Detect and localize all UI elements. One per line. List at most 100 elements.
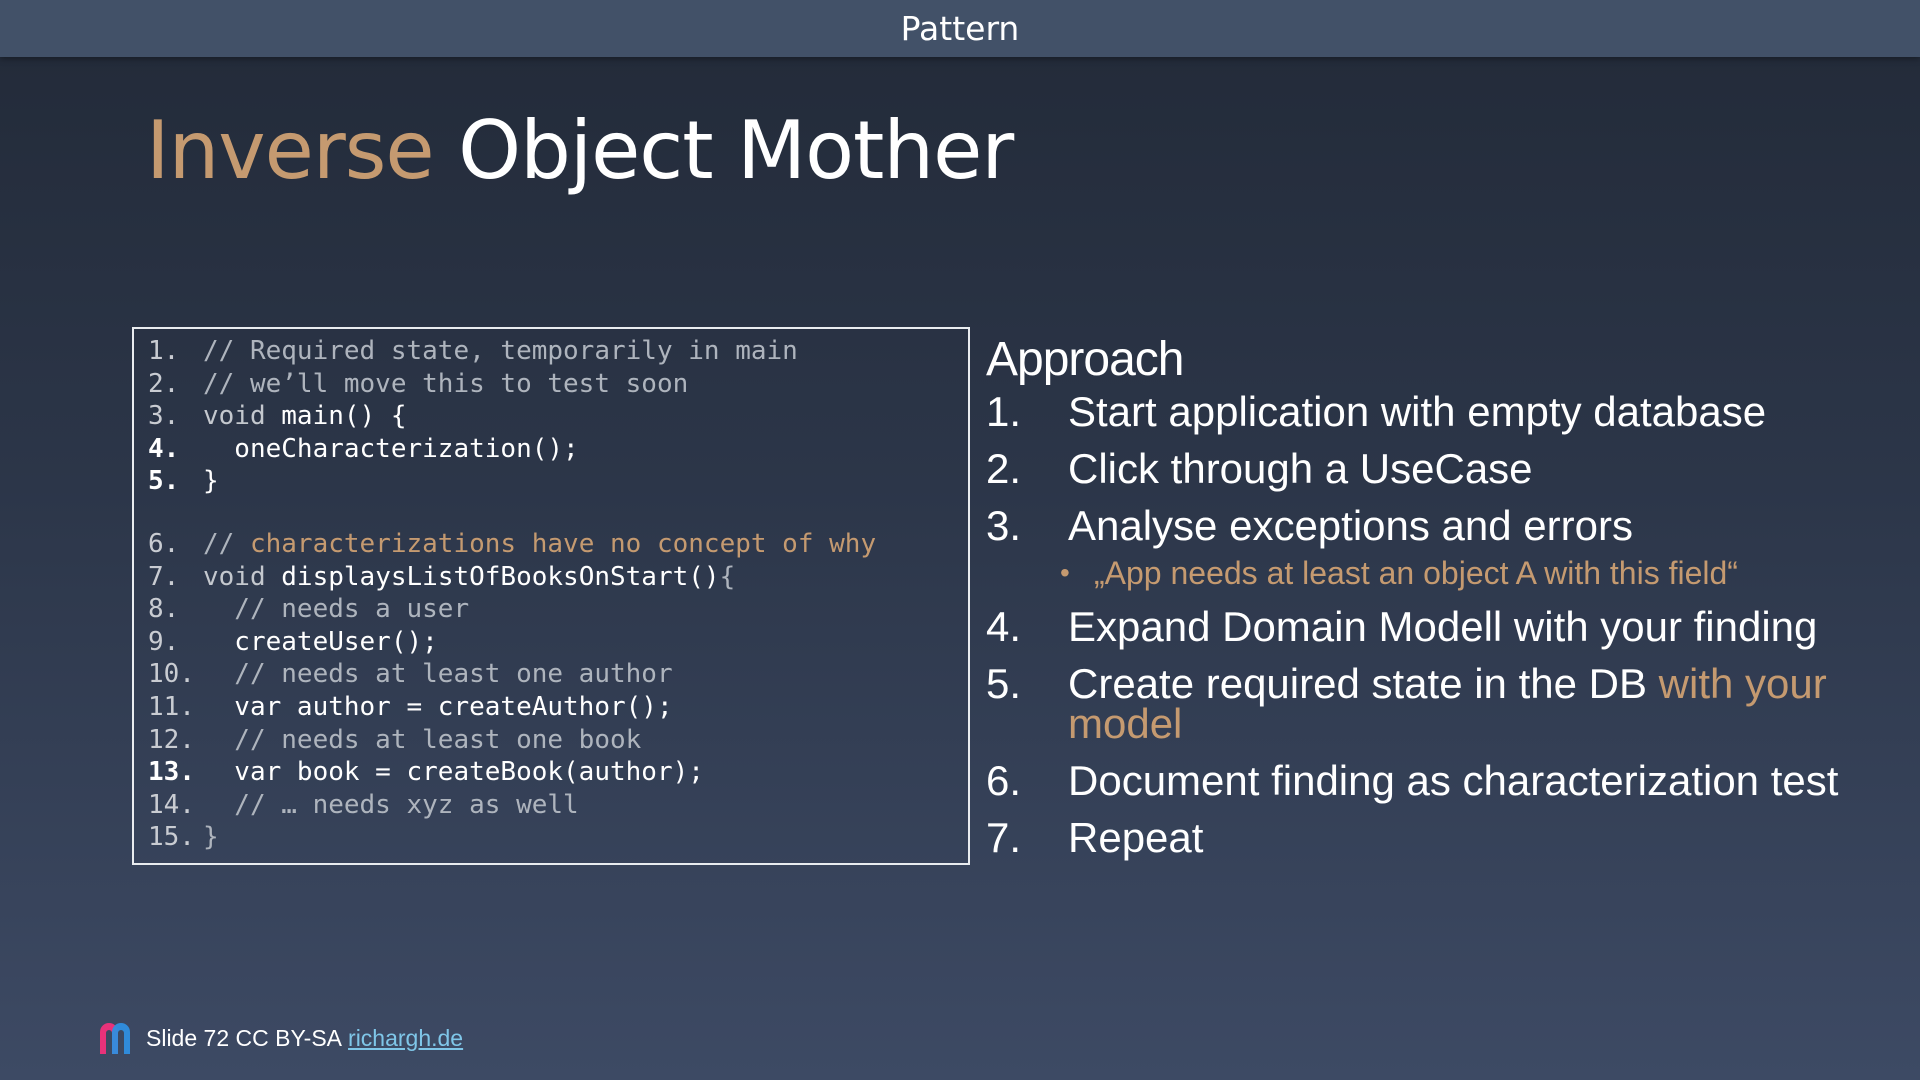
- code-token: main() {: [281, 401, 407, 432]
- code-line: 4. oneCharacterization();: [148, 433, 968, 466]
- code-token: }: [203, 466, 219, 497]
- code-token: // we’ll move this to test soon: [203, 368, 689, 399]
- header-title: Pattern: [900, 9, 1020, 48]
- slide-title: Inverse Object Mother: [146, 104, 1014, 197]
- code-line: 13. var book = createBook(author);: [148, 756, 968, 789]
- code-line-number: 14.: [148, 789, 195, 820]
- code-token: }: [203, 822, 219, 853]
- code-line-number: 7.: [148, 561, 180, 592]
- approach-step-number: 6.: [986, 757, 1022, 804]
- approach-steps-list: 1. Start application with empty database 2…: [986, 388, 1906, 861]
- code-line-content: // we’ll move this to test soon: [203, 368, 688, 401]
- code-line: 7. void displaysListOfBooksOnStart(){: [148, 561, 968, 594]
- approach-step-text: Expand Domain Modell with your finding: [1068, 606, 1906, 648]
- code-token: //: [203, 528, 250, 559]
- code-block: 1. // Required state, temporarily in main…: [132, 327, 970, 865]
- approach-step-label: Expand Domain Modell with your finding: [1068, 603, 1818, 650]
- code-line-content: // characterizations have no concept of …: [203, 528, 876, 561]
- footer-text: Slide 72 CC BY-SA: [146, 1024, 343, 1051]
- code-line-content: // Required state, temporarily in main: [203, 335, 798, 368]
- code-line-content: void main() {: [203, 400, 407, 433]
- code-line-number: 3.: [148, 401, 180, 432]
- code-line-content: }: [203, 465, 219, 498]
- code-line: 10. // needs at least one author: [148, 658, 968, 691]
- approach-step-number: 3.: [986, 502, 1022, 549]
- code-line: 5.}: [148, 465, 968, 498]
- logo-icon: [100, 1023, 130, 1054]
- code-line: 12. // needs at least one book: [148, 724, 968, 757]
- code-line-content: var author = createAuthor();: [203, 691, 673, 724]
- slide-title-accent: Inverse: [146, 104, 435, 197]
- approach-step-number: 1.: [986, 388, 1022, 435]
- code-line-content: var book = createBook(author);: [203, 756, 704, 789]
- approach-step: 4. Expand Domain Modell with your finding: [986, 603, 1906, 650]
- approach-step-text: Create required state in the DB with you…: [1068, 663, 1906, 745]
- code-line: 2. // we’ll move this to test soon: [148, 368, 968, 401]
- code-token: var book = createBook(author);: [203, 757, 704, 788]
- approach-step-label: Start application with empty database: [1068, 388, 1767, 435]
- code-line-number: 11.: [148, 691, 195, 722]
- approach-sub-bullet: • „App needs at least an object A with th…: [1060, 553, 1906, 593]
- approach-step-text: Document finding as characterization tes…: [1068, 760, 1906, 802]
- code-line-number: 15.: [148, 822, 195, 853]
- slide-title-rest: Object Mother: [458, 104, 1014, 197]
- code-line-content: // needs at least one author: [203, 658, 673, 691]
- code-line-number: 12.: [148, 724, 195, 755]
- approach-step-label: Document finding as characterization tes…: [1068, 757, 1839, 804]
- code-token: void: [203, 561, 282, 592]
- approach-step-number: 5.: [986, 660, 1022, 707]
- code-line-content: createUser();: [203, 626, 438, 659]
- code-line: 9. createUser();: [148, 626, 968, 659]
- bullet-icon: •: [1060, 557, 1070, 588]
- code-line: 11. var author = createAuthor();: [148, 691, 968, 724]
- footer-link[interactable]: richargh.de: [348, 1025, 463, 1052]
- code-line-number: 8.: [148, 594, 180, 625]
- code-line-number: 13.: [148, 757, 195, 788]
- code-token: void: [203, 401, 282, 432]
- approach-section: Approach 1. Start application with empty …: [986, 330, 1906, 875]
- code-line-content: // needs a user: [203, 593, 469, 626]
- approach-heading: Approach: [986, 333, 1184, 386]
- code-line-content: oneCharacterization();: [203, 433, 579, 466]
- approach-step: 2. Click through a UseCase: [986, 445, 1906, 492]
- approach-step-number: 4.: [986, 603, 1022, 650]
- code-line-number: 1.: [148, 336, 180, 366]
- approach-step-text: Start application with empty database: [1068, 391, 1906, 433]
- approach-step: 3. Analyse exceptions and errors: [986, 502, 1906, 549]
- code-token: oneCharacterization();: [203, 433, 579, 464]
- footer: Slide 72 CC BY-SA richargh.de: [98, 1018, 463, 1058]
- code-token: // Required state, temporarily in main: [203, 336, 798, 366]
- code-line-content: void displaysListOfBooksOnStart(){: [203, 561, 735, 594]
- code-line-number: 10.: [148, 659, 195, 690]
- code-line: 1. // Required state, temporarily in main: [148, 335, 968, 368]
- code-token: // needs at least one author: [203, 659, 673, 690]
- code-token: // … needs xyz as well: [203, 789, 579, 820]
- code-line: 3. void main() {: [148, 400, 968, 433]
- approach-step-label: Repeat: [1068, 814, 1204, 861]
- approach-step-label: Click through a UseCase: [1068, 445, 1533, 492]
- code-token: var author = createAuthor();: [203, 691, 673, 722]
- code-token: // needs a user: [203, 594, 470, 625]
- code-line: 15.}: [148, 821, 968, 854]
- code-token: {: [719, 561, 736, 592]
- code-token: createUser();: [203, 626, 438, 657]
- code-line-content: }: [203, 821, 219, 854]
- approach-step-number: 7.: [986, 814, 1022, 861]
- code-token: displaysListOfBooksOnStart(): [281, 561, 720, 592]
- code-token: // needs at least one book: [203, 724, 642, 755]
- approach-step: 1. Start application with empty database: [986, 388, 1906, 435]
- code-line-number: 6.: [148, 528, 180, 559]
- code-line-number: 2.: [148, 368, 180, 399]
- approach-step-text: Click through a UseCase: [1068, 448, 1906, 490]
- code-line-number: 9.: [148, 626, 180, 657]
- code-line: 14. // … needs xyz as well: [148, 789, 968, 822]
- code-token: characterizations have no concept of why: [249, 528, 877, 559]
- approach-step-text: Analyse exceptions and errors: [1068, 505, 1906, 547]
- code-line-content: // … needs xyz as well: [203, 789, 579, 822]
- approach-step-number: 2.: [986, 445, 1022, 492]
- approach-step: 7. Repeat: [986, 814, 1906, 861]
- code-line-number: 4.: [148, 433, 180, 464]
- code-line-content: // needs at least one book: [203, 724, 641, 757]
- code-line: 8. // needs a user: [148, 593, 968, 626]
- code-line-number: 5.: [148, 466, 180, 497]
